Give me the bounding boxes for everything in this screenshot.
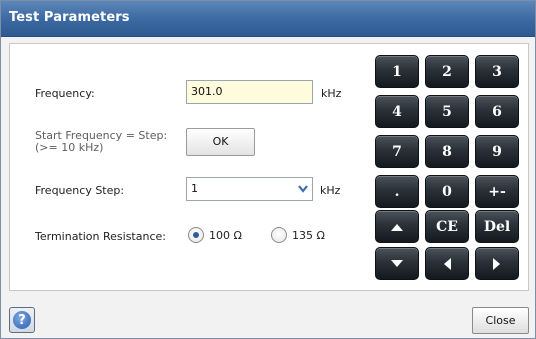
test-parameters-dialog: Test Parameters Frequency: 301.0 kHz Sta… [0,0,536,339]
dialog-title: Test Parameters [9,10,130,25]
radio-100-ohm[interactable] [188,227,204,243]
key-left[interactable] [425,247,469,280]
frequency-label: Frequency: [35,87,95,100]
key-up[interactable] [375,210,419,243]
up-arrow-icon [391,223,403,231]
frequency-input[interactable]: 301.0 [186,80,313,104]
radio-135-ohm-label: 135 Ω [292,229,325,242]
ok-button[interactable]: OK [186,128,255,156]
termination-resistance-label: Termination Resistance: [35,230,166,243]
key-clear-entry[interactable]: CE [425,210,469,243]
key-0[interactable]: 0 [425,175,469,208]
key-4[interactable]: 4 [375,95,419,128]
frequency-step-value: 1 [191,182,198,195]
key-down[interactable] [375,247,419,280]
key-plus-minus[interactable]: +- [475,175,519,208]
radio-135-ohm[interactable] [271,227,287,243]
key-7[interactable]: 7 [375,135,419,168]
key-9[interactable]: 9 [475,135,519,168]
down-arrow-icon [391,259,403,267]
chevron-down-icon[interactable] [296,181,310,197]
key-8[interactable]: 8 [425,135,469,168]
frequency-step-label: Frequency Step: [35,184,125,197]
radio-selected-dot [193,232,199,238]
start-frequency-hint: (>= 10 kHz) [35,141,104,154]
key-2[interactable]: 2 [425,55,469,88]
frequency-step-select[interactable]: 1 [186,177,313,201]
key-5[interactable]: 5 [425,95,469,128]
help-icon: ? [13,311,31,329]
right-arrow-icon [493,257,500,270]
key-right[interactable] [475,247,519,280]
key-1[interactable]: 1 [375,55,419,88]
key-3[interactable]: 3 [475,55,519,88]
key-delete[interactable]: Del [475,210,519,243]
help-button[interactable]: ? [9,307,35,333]
key-6[interactable]: 6 [475,95,519,128]
left-arrow-icon [444,257,451,270]
key-decimal[interactable]: . [375,175,419,208]
radio-100-ohm-label: 100 Ω [209,229,242,242]
title-bar: Test Parameters [1,1,535,37]
close-button[interactable]: Close [472,307,529,334]
frequency-step-unit: kHz [320,184,341,197]
frequency-unit: kHz [321,87,342,100]
